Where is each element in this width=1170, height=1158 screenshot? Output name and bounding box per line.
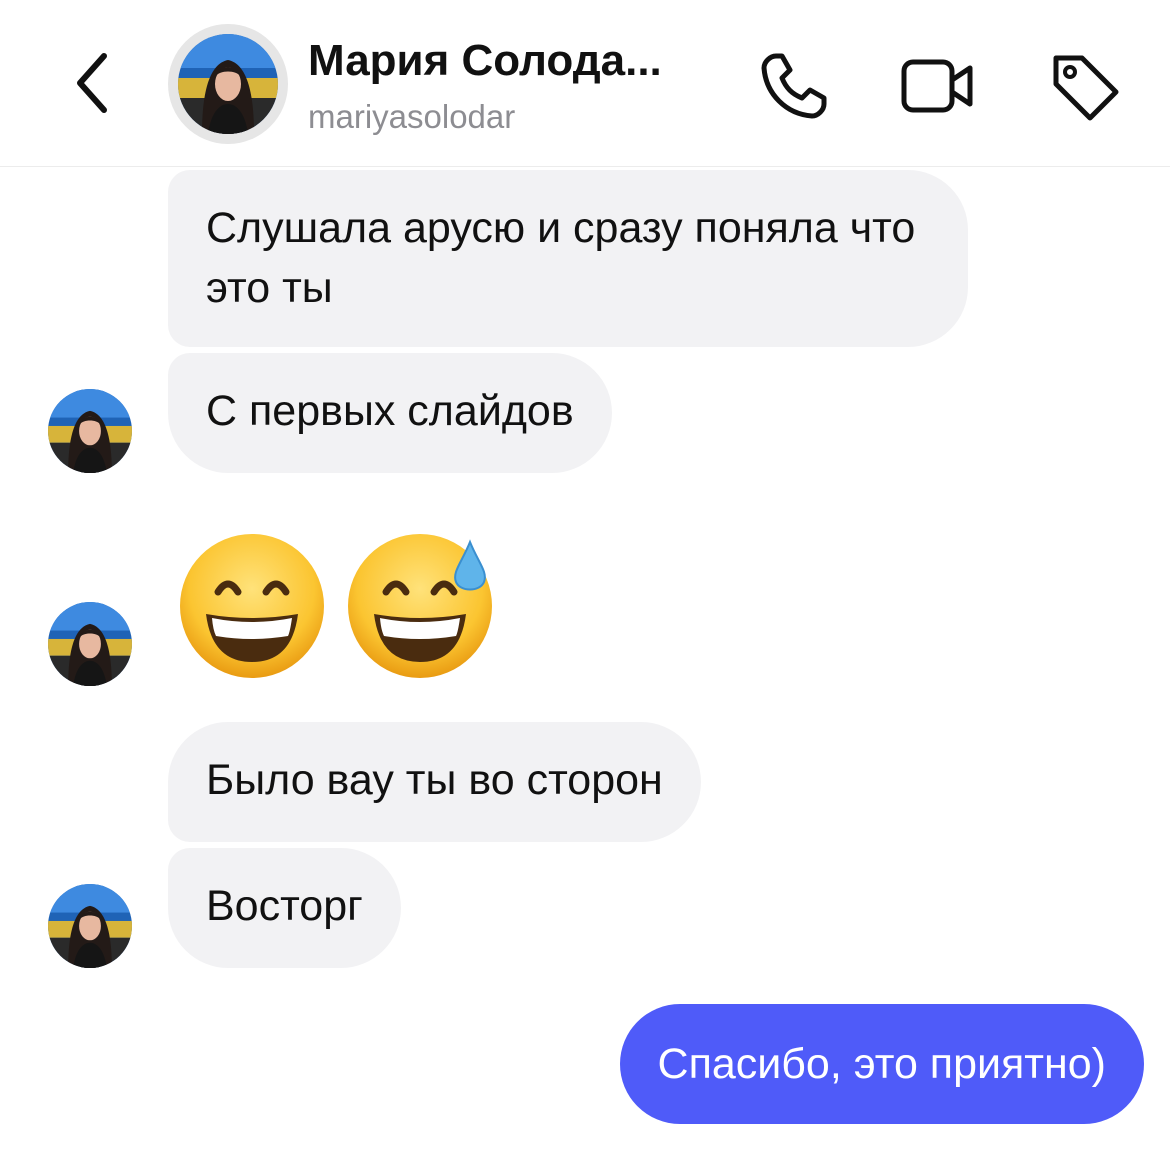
video-call-button[interactable] [900, 48, 976, 124]
tag-button[interactable] [1046, 48, 1122, 124]
received-message[interactable]: Было вау ты во сторон [168, 722, 701, 842]
received-message[interactable]: С первых слайдов [168, 353, 612, 473]
contact-avatar-small[interactable] [48, 602, 132, 686]
avatar-photo [48, 389, 132, 473]
chevron-left-icon [77, 53, 107, 113]
avatar-photo [178, 34, 278, 134]
contact-avatar-small[interactable] [48, 389, 132, 473]
received-message[interactable]: Слушала арусю и сразу поняла что это ты [168, 170, 968, 347]
back-button[interactable] [60, 48, 130, 118]
avatar-photo [48, 884, 132, 968]
contact-avatar[interactable] [168, 24, 288, 144]
avatar-photo [48, 602, 132, 686]
contact-username: mariyasolodar [308, 98, 516, 135]
contact-avatar-small[interactable] [48, 884, 132, 968]
contact-name[interactable]: Мария Солода... [308, 36, 662, 86]
video-camera-icon [901, 59, 973, 113]
call-button[interactable] [756, 48, 832, 124]
grinning-face-with-sweat-emoji[interactable] [346, 532, 494, 680]
chat-header: Мария Солода... mariyasolodar [0, 0, 1170, 167]
phone-icon [761, 53, 827, 119]
sent-message[interactable]: Спасибо, это приятно) [619, 1004, 1144, 1124]
received-message[interactable]: Восторг [168, 848, 401, 968]
tag-icon [1053, 55, 1119, 121]
grinning-face-emoji[interactable] [178, 532, 326, 680]
